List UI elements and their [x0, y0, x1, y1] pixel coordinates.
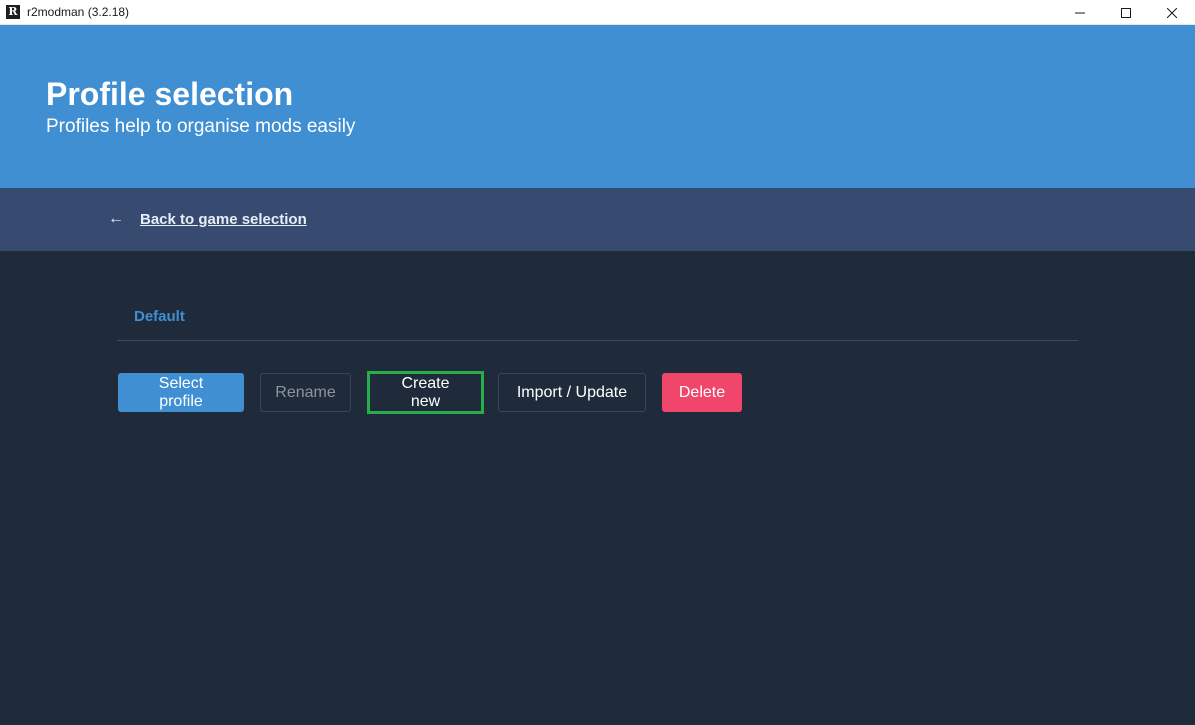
minimize-button[interactable]	[1057, 0, 1103, 25]
r2modman-logo-icon: R	[6, 5, 20, 19]
hero-banner: Profile selection Profiles help to organ…	[0, 25, 1195, 188]
back-link-label: Back to game selection	[140, 210, 307, 228]
delete-button[interactable]: Delete	[662, 373, 742, 412]
window-title: r2modman (3.2.18)	[27, 5, 130, 19]
profile-list: Default	[117, 295, 1078, 341]
page-title: Profile selection	[46, 76, 294, 112]
select-profile-button[interactable]: Select profile	[118, 373, 244, 412]
maximize-icon	[1121, 7, 1131, 18]
close-window-button[interactable]	[1149, 0, 1195, 25]
back-to-game-selection-link[interactable]: ← Back to game selection	[108, 210, 307, 228]
arrow-left-icon: ←	[108, 210, 124, 227]
main-content: Default Select profile Rename Create new…	[0, 251, 1195, 725]
window-controls	[1057, 0, 1195, 25]
profile-item-default[interactable]: Default	[134, 308, 185, 325]
import-update-button[interactable]: Import / Update	[498, 373, 646, 412]
create-new-button[interactable]: Create new	[367, 371, 484, 414]
window-titlebar: R r2modman (3.2.18)	[0, 0, 1195, 25]
page-subtitle: Profiles help to organise mods easily	[46, 116, 356, 137]
minimize-icon	[1075, 12, 1085, 13]
navigation-bar: ← Back to game selection	[0, 188, 1195, 251]
close-icon	[1167, 7, 1177, 18]
rename-button[interactable]: Rename	[260, 373, 351, 412]
maximize-button[interactable]	[1103, 0, 1149, 25]
profile-actions: Select profile Rename Create new Import …	[118, 371, 758, 414]
